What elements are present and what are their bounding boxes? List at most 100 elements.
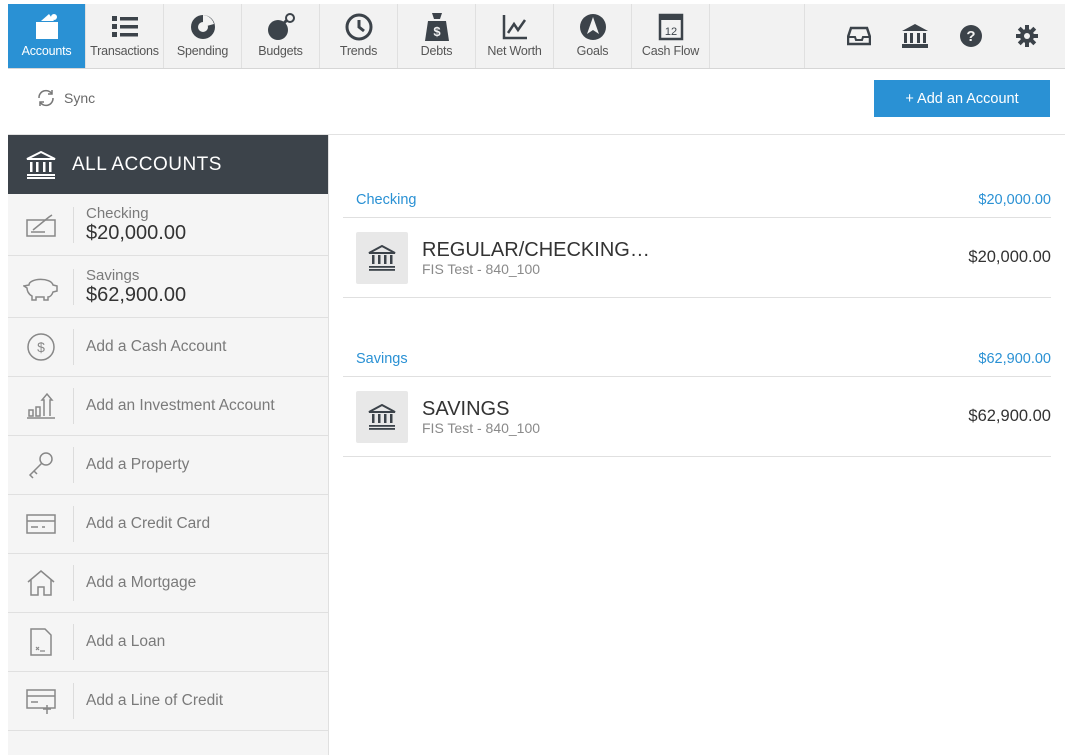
group-header-checking: Checking $20,000.00 (343, 182, 1051, 218)
add-cash-account-item[interactable]: $ Add a Cash Account (8, 318, 328, 377)
bank-icon (902, 24, 928, 48)
compass-icon (579, 14, 606, 40)
dollar-icon: $ (26, 333, 55, 361)
group-title: Checking (356, 191, 417, 208)
investment-icon (26, 392, 55, 419)
nav-accounts[interactable]: Accounts (8, 4, 86, 68)
bank-icon (26, 150, 56, 179)
svg-text:12: 12 (664, 26, 676, 38)
bank-icon (368, 244, 396, 271)
nav-debts[interactable]: $ Debts (398, 4, 476, 68)
add-investment-account-item[interactable]: Add an Investment Account (8, 377, 328, 436)
account-institution-badge (356, 231, 408, 284)
account-name: REGULAR/CHECKING… (422, 238, 650, 261)
nav-label: Spending (176, 44, 229, 58)
institutions-button[interactable] (887, 4, 943, 68)
nav-label: Budgets (258, 44, 303, 58)
nav-trends[interactable]: Trends (320, 4, 398, 68)
sidebar-account-checking[interactable]: Checking $20,000.00 (8, 194, 328, 256)
money-bag-icon: $ (424, 13, 449, 41)
nav-net-worth[interactable]: Net Worth (476, 4, 554, 68)
key-icon (28, 452, 53, 479)
nav-transactions[interactable]: Transactions (86, 4, 164, 68)
nav-spacer (710, 4, 805, 68)
svg-text:$: $ (433, 24, 441, 39)
nav-label: Cash Flow (641, 44, 700, 58)
account-row[interactable]: REGULAR/CHECKING… FIS Test - 840_100 $20… (343, 218, 1051, 298)
nav-label: Debts (420, 44, 453, 58)
group-total: $20,000.00 (978, 191, 1051, 208)
sync-icon (38, 89, 54, 107)
account-amount: $20,000.00 (86, 221, 187, 244)
account-institution: FIS Test - 840_100 (422, 419, 541, 436)
inbox-button[interactable] (831, 4, 887, 68)
all-accounts-header[interactable]: ALL ACCOUNTS (8, 135, 328, 194)
sync-button[interactable]: Sync (36, 89, 95, 107)
nav-label: Transactions (90, 44, 159, 58)
sidebar-item-label: Add a Credit Card (86, 515, 211, 532)
piggy-bank-icon (22, 278, 58, 301)
toolbar: Sync + Add an Account (8, 69, 1065, 135)
account-balance: $20,000.00 (968, 248, 1051, 266)
check-icon (25, 213, 56, 237)
add-credit-card-item[interactable]: Add a Credit Card (8, 495, 328, 554)
main-top-spacer (343, 135, 1051, 182)
accounts-main: Checking $20,000.00 REGULAR/CHECKING… FI… (343, 135, 1051, 457)
nav-label: Net Worth (487, 44, 542, 58)
account-amount: $62,900.00 (86, 283, 187, 306)
list-icon (111, 16, 138, 37)
gear-icon (1016, 25, 1038, 47)
nav-label: Goals (576, 44, 609, 58)
svg-text:$: $ (37, 339, 45, 355)
nav-goals[interactable]: Goals (554, 4, 632, 68)
sidebar-item-label: Add a Mortgage (86, 574, 197, 591)
accounts-icon (35, 14, 58, 39)
svg-text:?: ? (966, 28, 975, 45)
account-name: Checking (86, 204, 149, 222)
clock-icon (345, 13, 372, 41)
nav-label: Accounts (21, 44, 72, 58)
account-row[interactable]: SAVINGS FIS Test - 840_100 $62,900.00 (343, 377, 1051, 457)
add-loan-item[interactable]: Add a Loan (8, 613, 328, 672)
add-account-button[interactable]: + Add an Account (874, 80, 1050, 117)
house-icon (27, 570, 54, 596)
sync-label: Sync (64, 90, 96, 106)
nav-label: Trends (339, 44, 378, 58)
nav-cash-flow[interactable]: 12 Cash Flow (632, 4, 710, 68)
sidebar-item-label: Add a Property (86, 456, 190, 473)
accounts-sidebar: ALL ACCOUNTS Checking $20,000.00 Savings $… (8, 135, 329, 755)
inbox-icon (847, 26, 871, 46)
sidebar-item-label: Add a Loan (86, 633, 166, 650)
sidebar-item-label: Add an Investment Account (86, 397, 275, 414)
nav-spending[interactable]: Spending (164, 4, 242, 68)
help-button[interactable]: ? (943, 4, 999, 68)
line-chart-icon (502, 15, 527, 40)
nav-utilities: ? (831, 4, 1065, 68)
top-navigation: Accounts Transactions Spending Budgets T… (8, 4, 1065, 69)
group-header-savings: Savings $62,900.00 (343, 341, 1051, 377)
bomb-icon (267, 13, 295, 40)
group-title: Savings (356, 350, 408, 367)
nav-budgets[interactable]: Budgets (242, 4, 320, 68)
group-total: $62,900.00 (978, 350, 1051, 367)
account-name: SAVINGS (422, 397, 510, 420)
sidebar-item-label: Add a Cash Account (86, 338, 227, 355)
sidebar-account-savings[interactable]: Savings $62,900.00 (8, 256, 328, 318)
add-property-item[interactable]: Add a Property (8, 436, 328, 495)
sidebar-item-label: Add a Line of Credit (86, 692, 224, 709)
account-institution-badge (356, 390, 408, 443)
bank-icon (368, 403, 396, 430)
help-icon: ? (960, 25, 982, 47)
document-icon (29, 628, 52, 656)
pie-icon (190, 15, 215, 39)
credit-card-icon (25, 514, 56, 534)
account-name: Savings (86, 266, 140, 284)
calendar-icon: 12 (658, 13, 683, 41)
account-institution: FIS Test - 840_100 (422, 260, 541, 277)
all-accounts-label: ALL ACCOUNTS (72, 153, 222, 175)
add-line-of-credit-item[interactable]: Add a Line of Credit (8, 672, 328, 731)
add-mortgage-item[interactable]: Add a Mortgage (8, 554, 328, 613)
line-of-credit-icon (25, 689, 56, 714)
settings-button[interactable] (999, 4, 1055, 68)
